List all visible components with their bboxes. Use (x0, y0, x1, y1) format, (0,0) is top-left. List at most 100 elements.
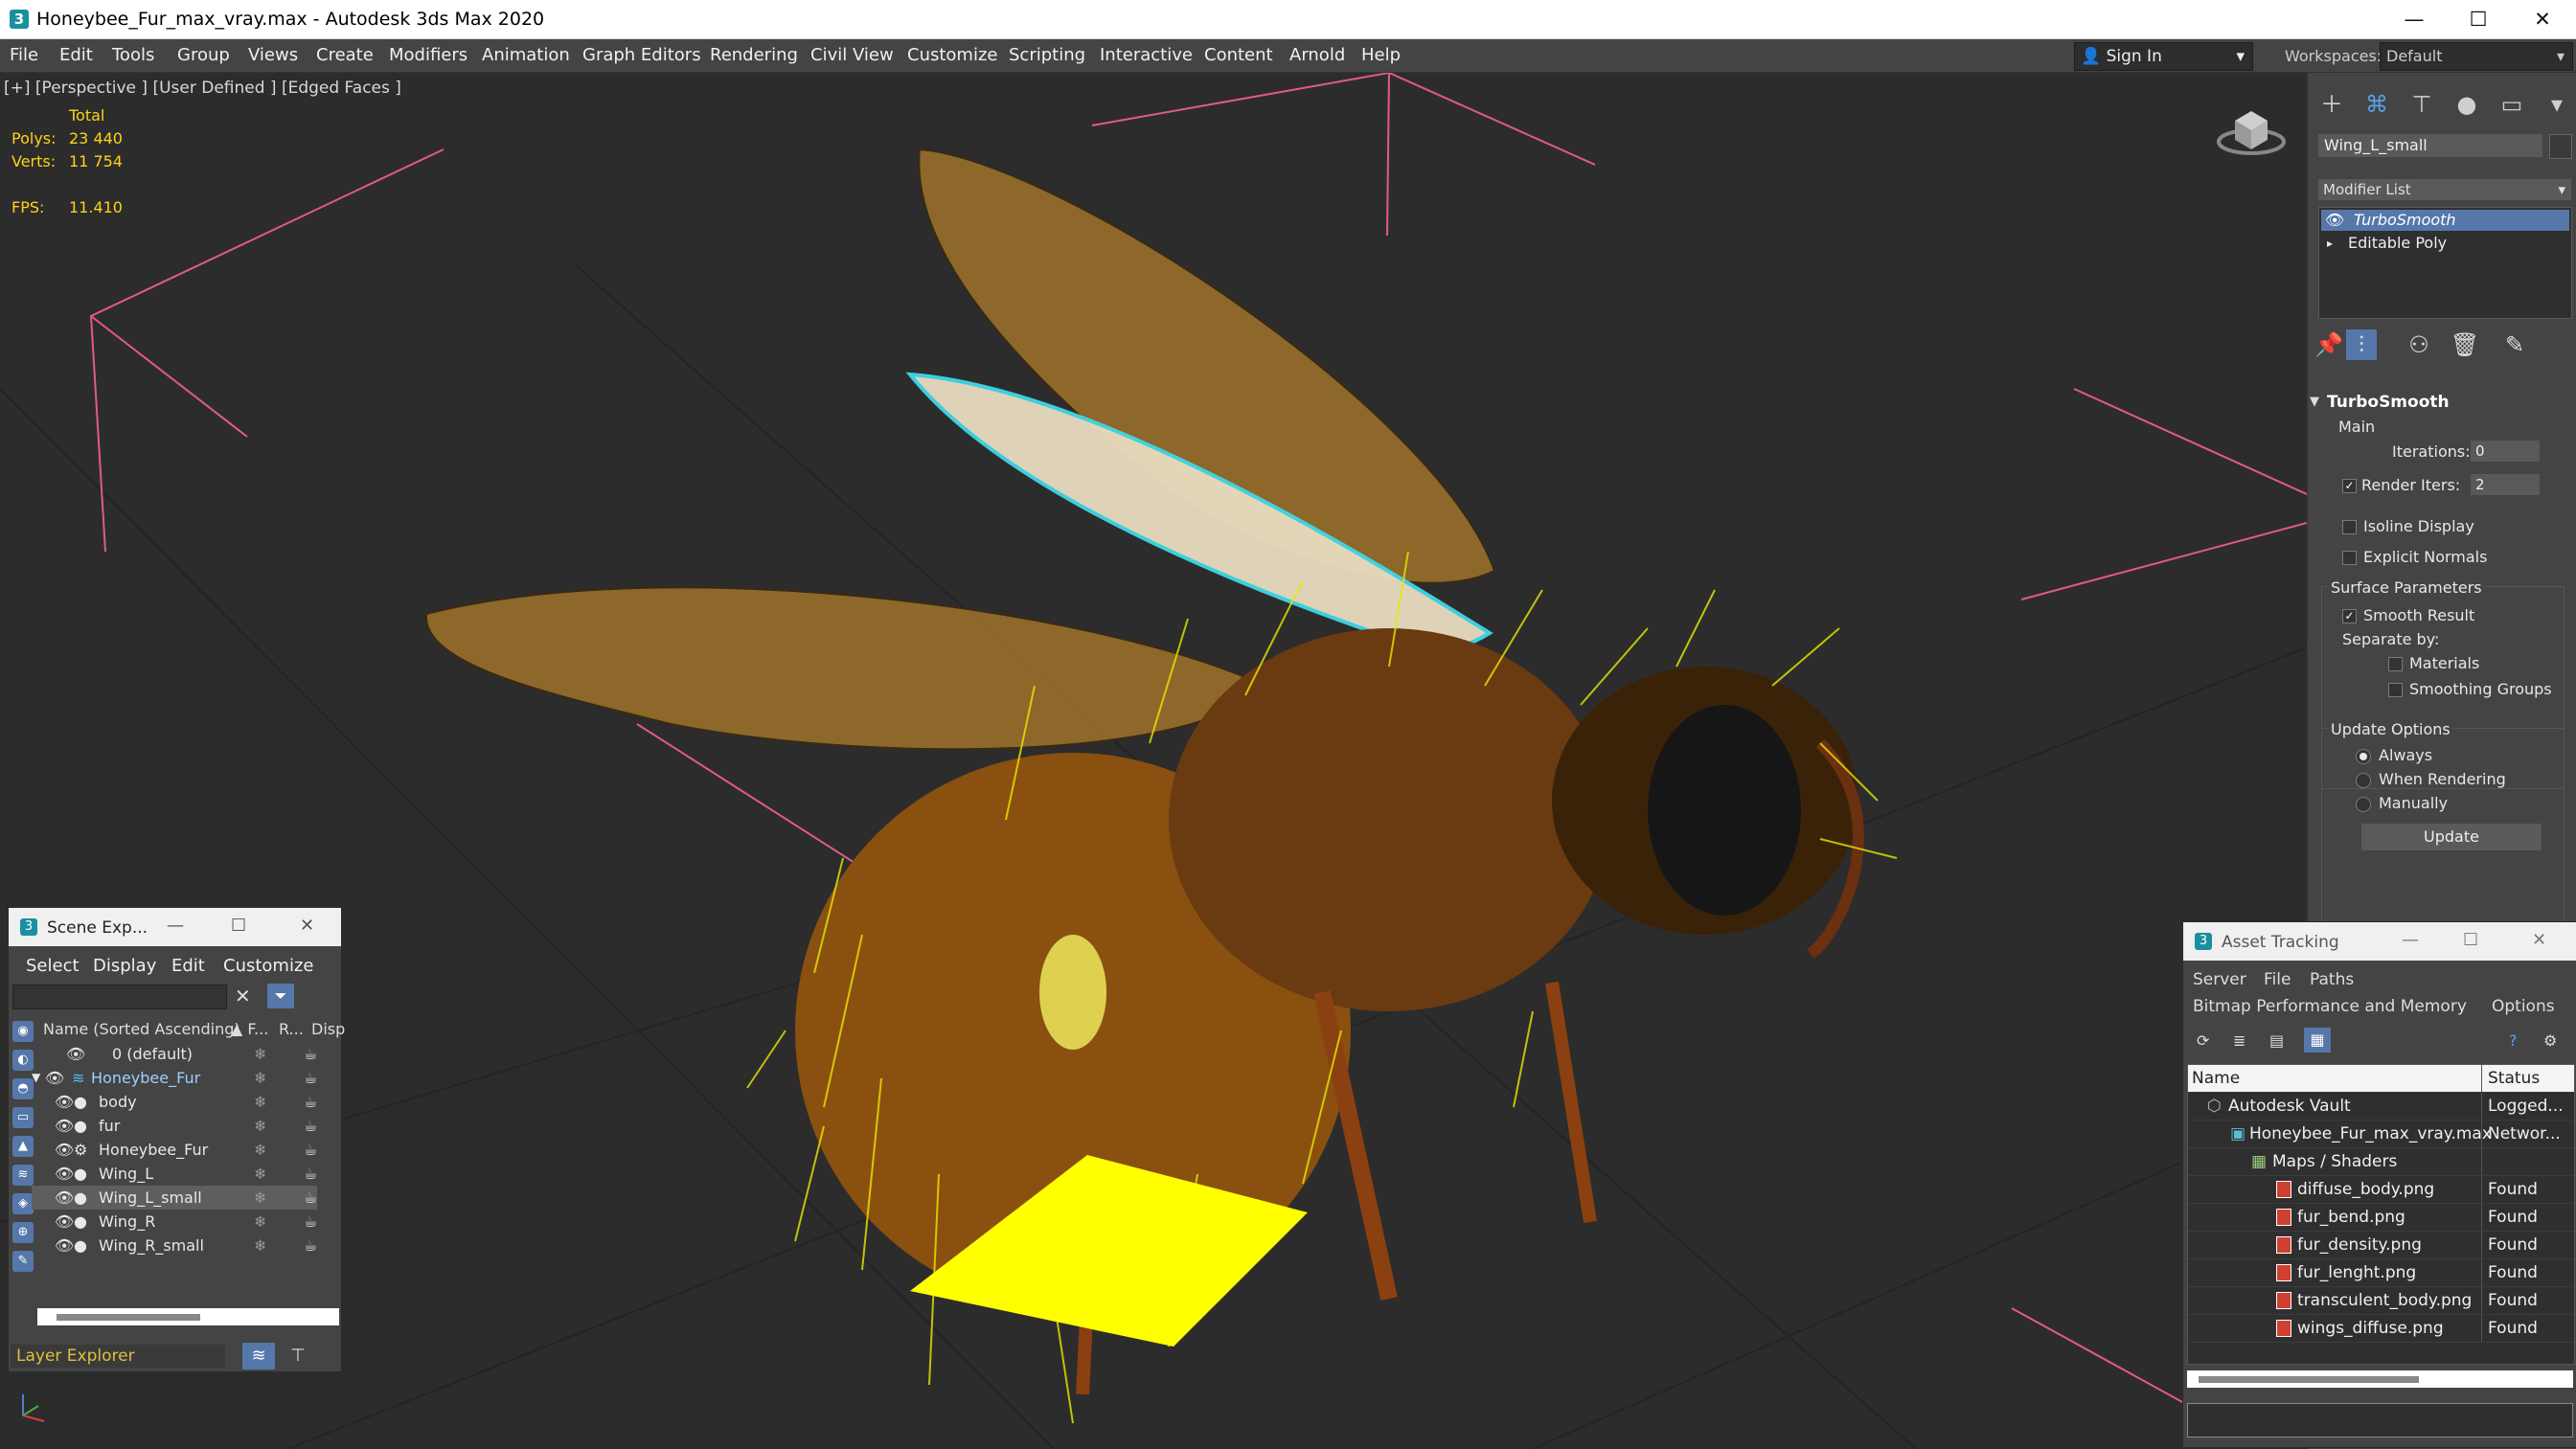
asset-menu-bitmap-performance[interactable]: Bitmap Performance and Memory (2193, 997, 2467, 1016)
freeze-icon[interactable]: ❄ (254, 1090, 266, 1114)
clear-search-icon[interactable]: ✕ (235, 985, 251, 1008)
scene-row-wing-r-small[interactable]: 👁 ● Wing_R_small ❄ ☕ (32, 1234, 348, 1257)
smoothing-groups-checkbox[interactable] (2388, 683, 2403, 697)
render-teapot-icon[interactable]: ☕ (304, 1042, 317, 1066)
menu-edit[interactable]: Edit (59, 45, 93, 65)
menu-interactive[interactable]: Interactive (1100, 45, 1193, 65)
collapse-arrow-icon[interactable]: ▼ (2310, 395, 2319, 409)
render-teapot-icon[interactable]: ☕ (304, 1210, 317, 1234)
grid-view-icon[interactable]: ▦ (2304, 1028, 2331, 1053)
scene-row-body[interactable]: 👁 ● body ❄ ☕ (32, 1090, 348, 1114)
render-iters-spinner[interactable]: 2 (2471, 474, 2540, 495)
maximize-button[interactable]: ☐ (2451, 4, 2506, 34)
asset-row-maps-shaders[interactable]: ▦ Maps / Shaders (2188, 1148, 2574, 1176)
render-teapot-icon[interactable]: ☕ (304, 1114, 317, 1138)
scene-row-layer-default[interactable]: 👁 0 (default) ❄ ☕ (32, 1042, 348, 1066)
menu-views[interactable]: Views (248, 45, 298, 65)
eye-icon[interactable]: 👁 (55, 1210, 74, 1234)
scene-explorer-hscrollbar[interactable] (37, 1308, 339, 1325)
menu-animation[interactable]: Animation (482, 45, 570, 65)
utilities-tab-icon[interactable]: ▾ (2542, 90, 2571, 119)
se-menu-edit[interactable]: Edit (171, 956, 205, 976)
hierarchy-toggle-icon[interactable]: ⊤ (285, 1343, 311, 1370)
eye-icon[interactable]: 👁 (2325, 210, 2344, 231)
scene-explorer-titlebar[interactable]: 3 Scene Exp... — ☐ ✕ (9, 908, 341, 946)
manually-radio[interactable] (2356, 797, 2371, 812)
xrefs-filter-icon[interactable]: ✎ (12, 1251, 34, 1272)
eye-icon[interactable]: 👁 (55, 1090, 74, 1114)
scene-row-wing-l-small-selected[interactable]: 👁 ● Wing_L_small ❄ ☕ (32, 1186, 317, 1210)
shapes-filter-icon[interactable]: ◓ (12, 1078, 34, 1099)
freeze-icon[interactable]: ❄ (254, 1114, 266, 1138)
create-tab-icon[interactable]: ＋ (2317, 90, 2346, 119)
asset-row-diffuse-body[interactable]: diffuse_body.png Found (2188, 1176, 2574, 1204)
asset-menu-server[interactable]: Server (2193, 970, 2246, 989)
scene-search-input[interactable] (12, 985, 227, 1009)
render-teapot-icon[interactable]: ☕ (304, 1234, 317, 1257)
freeze-icon[interactable]: ❄ (254, 1186, 266, 1210)
lights-filter-icon[interactable]: ▭ (12, 1107, 34, 1128)
list-view-icon[interactable]: ≣ (2233, 1031, 2245, 1050)
object-color-swatch[interactable] (2549, 134, 2572, 159)
workspace-dropdown[interactable]: Default ▾ (2380, 42, 2573, 71)
eye-icon[interactable]: 👁 (45, 1066, 64, 1090)
scene-row-honeybee-fur-object[interactable]: 👁 ⚙ Honeybee_Fur ❄ ☕ (32, 1138, 348, 1162)
eye-icon[interactable]: 👁 (55, 1234, 74, 1257)
minimize-button[interactable]: — (2386, 4, 2442, 34)
freeze-icon[interactable]: ❄ (254, 1138, 266, 1162)
asset-row-fur-density[interactable]: fur_density.png Found (2188, 1232, 2574, 1259)
expand-arrow-icon[interactable]: ▼ (32, 1066, 40, 1090)
render-teapot-icon[interactable]: ☕ (304, 1138, 317, 1162)
asset-menu-paths[interactable]: Paths (2310, 970, 2354, 989)
cameras-filter-icon[interactable]: ▲ (12, 1136, 34, 1157)
scene-row-fur[interactable]: 👁 ● fur ❄ ☕ (32, 1114, 348, 1138)
remove-modifier-icon[interactable]: 🗑 (2450, 329, 2480, 360)
iterations-spinner[interactable]: 0 (2471, 441, 2540, 462)
spacewarps-filter-icon[interactable]: ◈ (12, 1193, 34, 1214)
asset-menu-file[interactable]: File (2264, 970, 2291, 989)
asset-row-vault[interactable]: ⬡ Autodesk Vault Logged... (2188, 1093, 2574, 1121)
always-radio[interactable] (2356, 749, 2371, 764)
materials-checkbox[interactable] (2388, 657, 2403, 671)
menu-graph-editors[interactable]: Graph Editors (582, 45, 701, 65)
turbosmooth-rollout-title[interactable]: TurboSmooth (2327, 393, 2450, 412)
modifier-list-dropdown[interactable]: Modifier List ▾ (2318, 179, 2571, 200)
se-menu-display[interactable]: Display (93, 956, 156, 976)
menu-tools[interactable]: Tools (112, 45, 154, 65)
render-teapot-icon[interactable]: ☕ (304, 1162, 317, 1186)
filter-icon[interactable]: ⏷ (267, 984, 294, 1008)
stack-item-editable-poly[interactable]: ▸ Editable Poly (2321, 233, 2569, 254)
maximize-icon[interactable]: ☐ (2463, 930, 2478, 950)
menu-content[interactable]: Content (1204, 45, 1273, 65)
menu-customize[interactable]: Customize (907, 45, 997, 65)
asset-hscrollbar[interactable] (2187, 1370, 2573, 1388)
eye-icon[interactable]: 👁 (55, 1114, 74, 1138)
display-none-icon[interactable]: ◉ (12, 1021, 34, 1042)
menu-help[interactable]: Help (1361, 45, 1401, 65)
asset-row-wings-diffuse[interactable]: wings_diffuse.png Found (2188, 1315, 2574, 1343)
menu-civil-view[interactable]: Civil View (810, 45, 894, 65)
close-icon[interactable]: ✕ (300, 916, 314, 936)
eye-icon[interactable]: 👁 (66, 1042, 85, 1066)
menu-file[interactable]: File (10, 45, 38, 65)
asset-row-fur-lenght[interactable]: fur_lenght.png Found (2188, 1259, 2574, 1287)
help-icon[interactable]: ? (2509, 1031, 2518, 1050)
freeze-icon[interactable]: ❄ (254, 1162, 266, 1186)
menu-create[interactable]: Create (316, 45, 374, 65)
scene-row-wing-r[interactable]: 👁 ● Wing_R ❄ ☕ (32, 1210, 348, 1234)
configure-sets-icon[interactable]: ✎ (2499, 329, 2530, 360)
geometry-filter-icon[interactable]: ◐ (12, 1050, 34, 1071)
close-button[interactable]: ✕ (2515, 4, 2570, 34)
minimize-icon[interactable]: — (167, 916, 184, 936)
asset-row-max-file[interactable]: ▣ Honeybee_Fur_max_vray.max Networ... (2188, 1121, 2574, 1148)
pin-stack-icon[interactable]: 📌 (2314, 329, 2344, 360)
render-teapot-icon[interactable]: ☕ (304, 1066, 317, 1090)
layers-toggle-icon[interactable]: ≋ (242, 1343, 275, 1370)
asset-path-field[interactable] (2187, 1403, 2573, 1438)
groups-filter-icon[interactable]: ⊕ (12, 1222, 34, 1243)
scene-row-layer-honeybee-fur[interactable]: ▼ 👁 ≋ Honeybee_Fur ❄ ☕ (32, 1066, 348, 1090)
scene-row-wing-l[interactable]: 👁 ● Wing_L ❄ ☕ (32, 1162, 348, 1186)
menu-arnold[interactable]: Arnold (1289, 45, 1345, 65)
render-teapot-icon[interactable]: ☕ (304, 1090, 317, 1114)
layer-explorer-dropdown[interactable]: Layer Explorer (11, 1345, 225, 1368)
